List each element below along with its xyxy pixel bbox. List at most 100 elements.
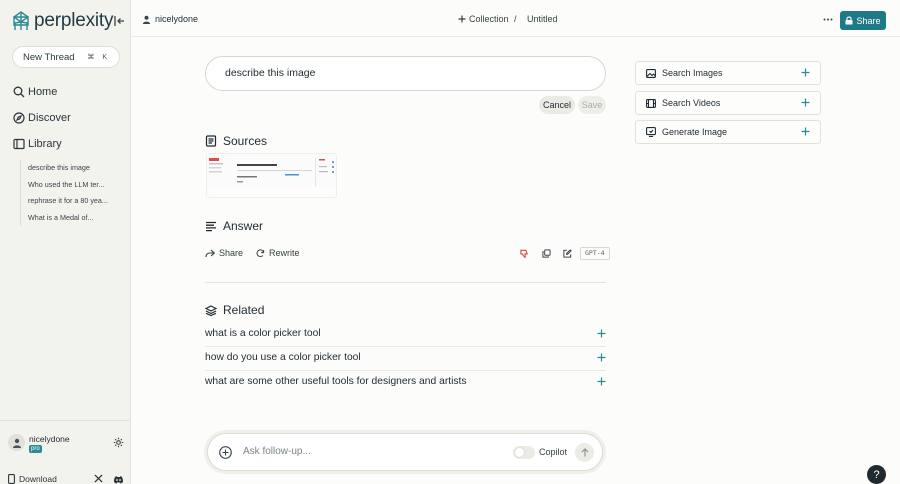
- related-stack-icon: [205, 304, 217, 316]
- related-heading: Related: [205, 303, 264, 317]
- generate-image-icon: [646, 127, 656, 137]
- search-videos-label: Search Videos: [662, 98, 721, 108]
- help-button[interactable]: ?: [867, 465, 886, 484]
- top-bar: nicelydone Collection / Untitled Share: [131, 0, 900, 37]
- search-images-label: Search Images: [662, 68, 723, 78]
- add-to-collection-button[interactable]: Collection: [458, 14, 509, 24]
- search-icon: [13, 86, 25, 98]
- plus-icon[interactable]: [597, 329, 606, 338]
- main-content: nicelydone Collection / Untitled Share d…: [131, 0, 900, 484]
- breadcrumb-separator: /: [514, 14, 517, 24]
- answer-lines-icon: [206, 221, 216, 231]
- library-list: describe this image Who used the LLM ter…: [20, 160, 120, 226]
- model-badge: GPT-4: [580, 247, 610, 260]
- sidebar-item-label: Library: [28, 138, 62, 150]
- answer-share-button[interactable]: Share: [205, 248, 243, 258]
- send-button[interactable]: [575, 443, 594, 462]
- sidebar-item-label: Discover: [28, 112, 71, 124]
- collapse-sidebar-icon[interactable]: [112, 14, 126, 28]
- x-twitter-icon[interactable]: [94, 474, 103, 483]
- share-button[interactable]: Share: [840, 11, 886, 30]
- download-link[interactable]: Download: [8, 474, 57, 484]
- plus-icon: [458, 15, 466, 23]
- follow-up-input[interactable]: Ask follow-up...: [243, 446, 311, 457]
- sidebar-item-library[interactable]: Library: [13, 138, 62, 150]
- avatar[interactable]: [8, 434, 25, 451]
- library-item[interactable]: What is a Medal of...: [21, 210, 120, 227]
- sidebar-item-label: Home: [28, 86, 58, 98]
- copy-icon[interactable]: [542, 249, 551, 258]
- answer-share-label: Share: [219, 248, 244, 258]
- toggle-knob: [514, 447, 525, 458]
- collection-label: Collection: [469, 14, 509, 24]
- related-question-text: what is a color picker tool: [205, 328, 321, 339]
- library-icon: [13, 138, 25, 150]
- generate-image-button[interactable]: Generate Image: [635, 120, 821, 144]
- sources-icon: [205, 135, 217, 147]
- new-thread-label: New Thread: [23, 51, 75, 63]
- cancel-button[interactable]: Cancel: [539, 96, 575, 114]
- header-username: nicelydone: [155, 14, 199, 24]
- library-item[interactable]: describe this image: [21, 160, 120, 177]
- user-icon: [12, 438, 21, 448]
- related-question[interactable]: what is a color picker tool: [205, 323, 606, 347]
- thread-title[interactable]: Untitled: [527, 14, 558, 24]
- share-label: Share: [856, 15, 881, 26]
- query-edit-field[interactable]: describe this image: [205, 56, 606, 91]
- copilot-label: Copilot: [539, 447, 568, 457]
- source-thumbnail-image: [207, 154, 336, 197]
- user-icon: [142, 15, 151, 24]
- library-item[interactable]: Who used the LLM ter...: [21, 177, 120, 194]
- rewrite-icon: [256, 248, 265, 257]
- sources-heading: Sources: [205, 134, 267, 148]
- sidebar: perplexity New Thread ⌘ K Home Discover …: [0, 0, 131, 484]
- divider: [205, 282, 606, 283]
- plus-icon[interactable]: [597, 353, 606, 362]
- compass-icon: [13, 112, 25, 124]
- related-title: Related: [223, 303, 265, 317]
- generate-image-label: Generate Image: [662, 127, 728, 137]
- arrow-up-icon: [581, 448, 588, 457]
- new-thread-button[interactable]: New Thread ⌘ K: [12, 46, 120, 68]
- download-label: Download: [19, 474, 57, 484]
- plus-icon: [801, 127, 810, 136]
- share-arrow-icon: [205, 249, 215, 257]
- sidebar-footer: nicelydone pro Download: [0, 420, 131, 484]
- rewrite-label: Rewrite: [269, 248, 300, 258]
- answer-title: Answer: [223, 219, 264, 233]
- copilot-toggle[interactable]: [513, 446, 535, 459]
- header-user[interactable]: nicelydone: [142, 14, 198, 24]
- related-question-text: what are some other useful tools for des…: [205, 376, 467, 387]
- gear-icon[interactable]: [113, 437, 124, 448]
- related-question[interactable]: what are some other useful tools for des…: [205, 371, 606, 395]
- pro-badge: pro: [29, 445, 42, 453]
- answer-heading: Answer: [205, 219, 263, 233]
- answer-actions: Share Rewrite: [205, 248, 313, 258]
- save-button[interactable]: Save: [578, 96, 606, 114]
- follow-up-bar: Ask follow-up... Copilot: [207, 433, 603, 471]
- attach-plus-icon[interactable]: [219, 446, 232, 459]
- library-item[interactable]: rephrase it for a 80 yea...: [21, 193, 120, 210]
- plus-icon: [801, 98, 810, 107]
- logo[interactable]: perplexity: [12, 10, 114, 32]
- perplexity-logo-icon: [13, 11, 29, 30]
- discord-icon[interactable]: [113, 475, 124, 484]
- thumbs-down-icon[interactable]: [520, 249, 529, 258]
- video-icon: [646, 98, 656, 108]
- related-question[interactable]: how do you use a color picker tool: [205, 347, 606, 371]
- lock-icon: [845, 16, 853, 25]
- sidebar-item-home[interactable]: Home: [13, 86, 57, 98]
- edit-icon[interactable]: [563, 249, 572, 258]
- more-options-icon[interactable]: [823, 18, 833, 21]
- rewrite-button[interactable]: Rewrite: [256, 248, 300, 258]
- source-image-thumbnail[interactable]: [206, 153, 337, 198]
- search-videos-button[interactable]: Search Videos: [635, 91, 821, 115]
- sidebar-item-discover[interactable]: Discover: [13, 112, 71, 124]
- image-icon: [646, 68, 656, 78]
- plus-icon[interactable]: [597, 377, 606, 386]
- sources-title: Sources: [223, 134, 268, 148]
- new-thread-shortcut: ⌘ K: [87, 54, 110, 61]
- plus-icon: [801, 68, 810, 77]
- mobile-icon: [8, 474, 15, 484]
- search-images-button[interactable]: Search Images: [635, 61, 821, 85]
